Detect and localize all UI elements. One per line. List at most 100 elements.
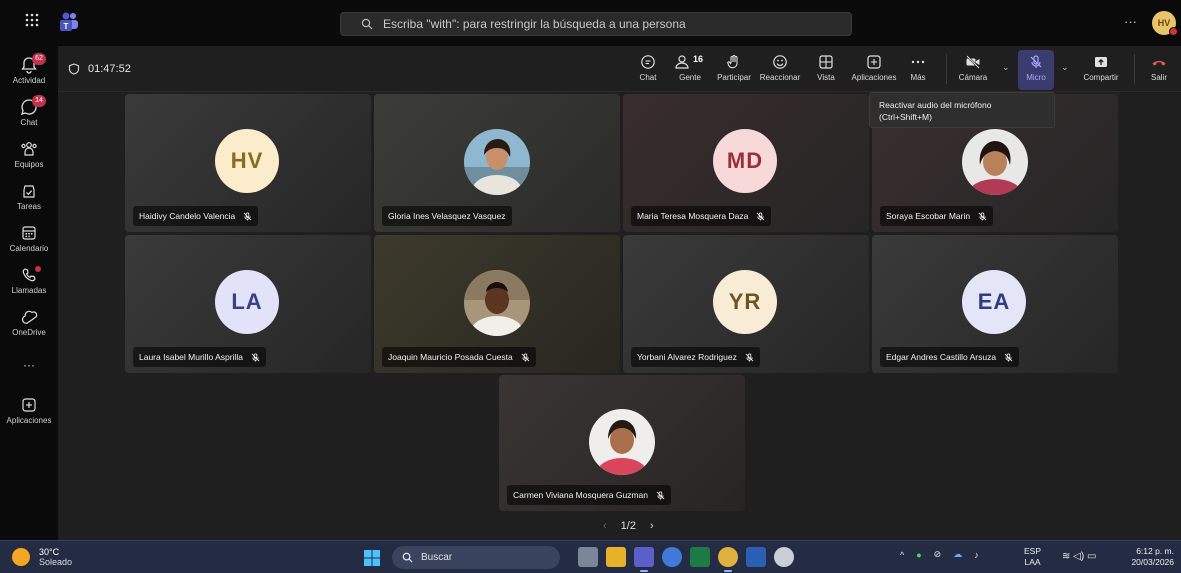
tooltip-shortcut: (Ctrl+Shift+M) xyxy=(879,112,932,122)
search-icon xyxy=(402,552,413,563)
user-initials: HV xyxy=(1157,18,1171,28)
word-icon[interactable] xyxy=(746,547,766,567)
language-indicator[interactable]: ESP LAA xyxy=(1024,546,1041,568)
rail-item-calendario[interactable]: Calendario xyxy=(0,224,58,253)
toolbar-divider xyxy=(946,54,947,84)
view-button[interactable]: Vista xyxy=(814,50,838,90)
participant-nameplate: Maria Teresa Mosquera Daza xyxy=(631,206,772,226)
chat-button[interactable]: Chat xyxy=(636,50,660,90)
participant-tile[interactable]: Carmen Viviana Mosquera Guzman xyxy=(499,375,745,511)
participant-nameplate: Yorbani Alvarez Rodriguez xyxy=(631,347,760,367)
chrome-icon[interactable] xyxy=(718,547,738,572)
shield-icon xyxy=(68,63,80,75)
participant-name: Carmen Viviana Mosquera Guzman xyxy=(513,490,648,500)
toolbar-divider xyxy=(1134,54,1135,84)
file-explorer-icon[interactable] xyxy=(606,547,626,567)
participant-avatar: MD xyxy=(713,129,777,193)
participant-tile[interactable]: Joaquin Mauricio Posada Cuesta xyxy=(374,235,620,373)
excel-icon[interactable] xyxy=(690,547,710,567)
search-icon xyxy=(361,18,373,30)
task-view-icon[interactable] xyxy=(578,547,598,567)
react-button[interactable]: Reaccionar xyxy=(758,50,802,90)
mic-label: Micro xyxy=(1026,73,1046,82)
chat-icon xyxy=(641,55,655,69)
participant-name: Edgar Andres Castillo Arsuza xyxy=(886,352,997,362)
clock-app-icon[interactable] xyxy=(774,547,794,567)
chat-badge: 14 xyxy=(32,95,46,107)
mic-tooltip: Reactivar audio del micrófono (Ctrl+Shif… xyxy=(869,92,1055,128)
mic-tray-icon[interactable]: ♪ xyxy=(974,550,979,560)
system-clock[interactable]: 6:12 p. m. 20/03/2026 xyxy=(1118,546,1174,568)
leave-button[interactable]: Salir xyxy=(1144,50,1174,90)
rail-more-button[interactable]: ··· xyxy=(0,358,58,372)
add-app-icon xyxy=(867,55,881,69)
calendar-icon xyxy=(22,226,36,240)
windows-start-icon[interactable] xyxy=(364,550,380,566)
participant-tile[interactable]: EA Edgar Andres Castillo Arsuza xyxy=(872,235,1118,373)
rail-item-equipos[interactable]: Equipos xyxy=(0,140,58,169)
hang-up-icon xyxy=(1152,60,1166,66)
teams-app-icon[interactable] xyxy=(634,547,654,572)
clock-time: 6:12 p. m. xyxy=(1136,546,1174,556)
leave-label: Salir xyxy=(1150,73,1167,82)
raise-hand-button[interactable]: Participar xyxy=(714,50,754,90)
app-bar: 62 Actividad 14 Chat Equipos Tareas Cale… xyxy=(0,46,58,540)
weather-condition: Soleado xyxy=(39,557,73,567)
participant-name: Soraya Escobar Marin xyxy=(886,211,971,221)
smiley-icon xyxy=(773,55,787,69)
chevron-up-icon[interactable]: ^ xyxy=(900,550,904,560)
mic-button[interactable]: Micro xyxy=(1018,50,1054,90)
rail-item-tareas[interactable]: Tareas xyxy=(0,182,58,211)
participant-name: Maria Teresa Mosquera Daza xyxy=(637,211,749,221)
camera-button[interactable]: Cámara xyxy=(958,50,988,90)
rail-item-onedrive[interactable]: OneDrive xyxy=(0,308,58,337)
mic-off-icon xyxy=(1030,55,1042,68)
muted-mic-icon xyxy=(251,352,260,362)
people-button[interactable]: 16 Gente xyxy=(674,50,706,90)
participant-avatar: EA xyxy=(962,270,1026,334)
user-avatar[interactable]: HV xyxy=(1152,11,1178,36)
app-launcher-icon[interactable] xyxy=(24,13,40,29)
cloud-icon[interactable]: ☁ xyxy=(953,549,962,560)
participant-nameplate: Edgar Andres Castillo Arsuza xyxy=(880,347,1020,367)
taskbar-search[interactable]: Buscar xyxy=(392,546,560,569)
rail-item-actividad[interactable]: 62 Actividad xyxy=(0,53,58,85)
participant-tile[interactable]: YR Yorbani Alvarez Rodriguez xyxy=(623,235,869,373)
muted-mic-icon xyxy=(243,211,252,221)
pager-next-icon[interactable]: › xyxy=(650,520,654,532)
mic-options-chevron-icon[interactable]: ⌄ xyxy=(1061,62,1069,73)
camera-off-icon xyxy=(966,55,980,69)
participant-tile[interactable]: MD Maria Teresa Mosquera Daza xyxy=(623,94,869,232)
participant-tile[interactable]: LA Laura Isabel Murillo Asprilla xyxy=(125,235,371,373)
camera-options-chevron-icon[interactable]: ⌄ xyxy=(1002,62,1010,73)
wifi-volume-battery-icon[interactable]: ≋ ◁) ▭ xyxy=(1062,551,1096,562)
copilot-icon[interactable] xyxy=(662,547,682,567)
chat-label: Chat xyxy=(639,73,657,82)
apps-button[interactable]: Aplicaciones xyxy=(850,50,898,90)
timer-value: 01:47:52 xyxy=(88,63,131,75)
share-label: Compartir xyxy=(1083,73,1119,82)
pager-prev-icon[interactable]: ‹ xyxy=(603,520,607,532)
share-button[interactable]: Compartir xyxy=(1078,50,1124,90)
tray-app-icon[interactable]: ● xyxy=(916,550,921,560)
participant-name: Laura Isabel Murillo Asprilla xyxy=(139,352,243,362)
participant-tile[interactable]: Gloria Ines Velasquez Vasquez xyxy=(374,94,620,232)
more-actions-button[interactable]: Más xyxy=(906,50,930,90)
react-label: Reaccionar xyxy=(759,73,801,82)
rail-item-chat[interactable]: 14 Chat xyxy=(0,95,58,127)
participant-tile[interactable]: HV Haidivy Candelo Valencia xyxy=(125,94,371,232)
notification-off-icon[interactable]: ⊘ xyxy=(934,549,942,560)
rail-item-llamadas[interactable]: Llamadas xyxy=(0,266,58,295)
rail-label: Llamadas xyxy=(11,286,47,295)
rail-label: Actividad xyxy=(12,76,46,85)
search-input[interactable]: Escriba "with": para restringir la búsqu… xyxy=(340,12,852,36)
more-options-button[interactable]: ··· xyxy=(1124,14,1137,29)
participant-photo xyxy=(962,129,1028,195)
system-tray: ^ ● ⊘ ☁ ♪ xyxy=(900,549,991,560)
teams-meeting-window: T Escriba "with": para restringir la bús… xyxy=(0,0,1181,573)
tasks-icon xyxy=(23,185,35,198)
meeting-timer: 01:47:52 xyxy=(68,63,131,75)
weather-widget[interactable]: 30°C Soleado xyxy=(12,547,72,567)
title-bar: T Escriba "with": para restringir la bús… xyxy=(0,0,1181,46)
rail-item-aplicaciones[interactable]: Aplicaciones xyxy=(0,396,58,425)
